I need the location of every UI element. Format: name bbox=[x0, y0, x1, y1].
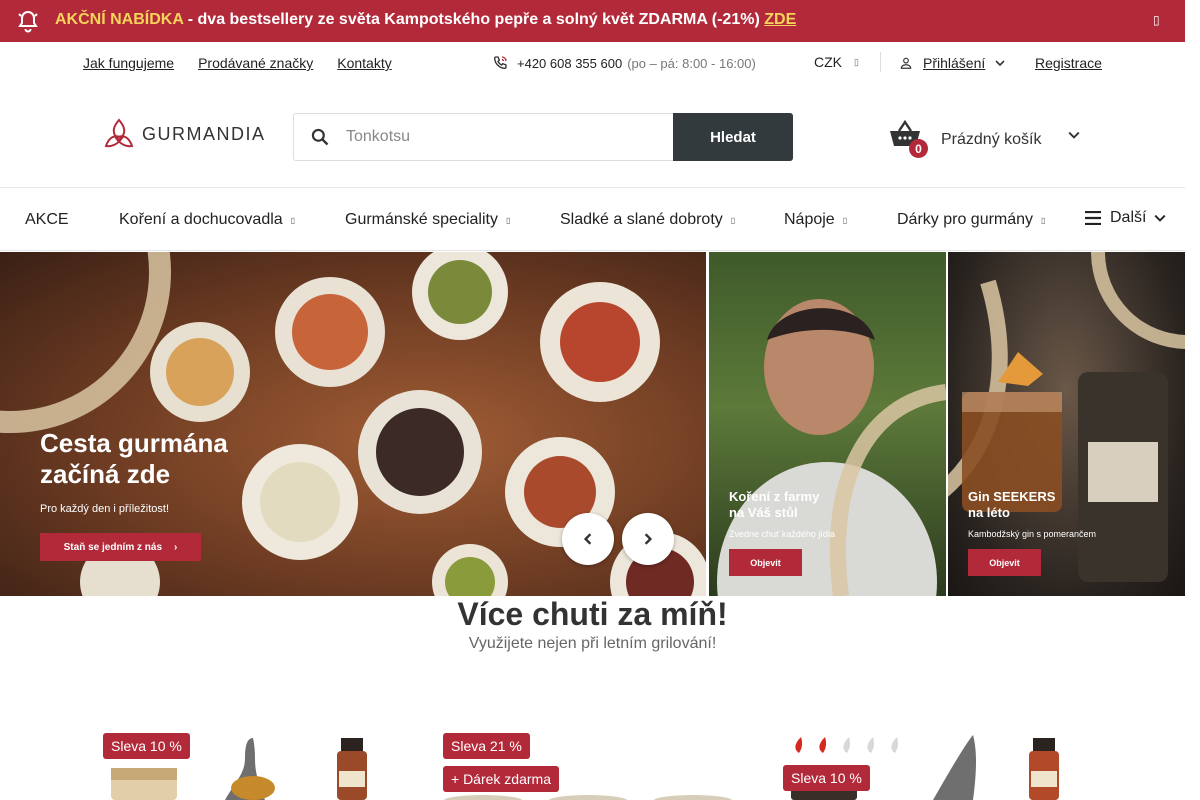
gift-badge: + Dárek zdarma bbox=[443, 766, 559, 792]
nav-item-specialities[interactable]: Gurmánské speciality ▯ bbox=[345, 211, 510, 229]
chevron-down-icon bbox=[995, 60, 1005, 67]
currency-value: CZK bbox=[814, 54, 842, 70]
promo-message: - dva bestsellery ze světa Kampotského p… bbox=[183, 11, 765, 28]
nav-item-gifts[interactable]: Dárky pro gurmány ▯ bbox=[897, 211, 1045, 229]
login-link[interactable]: Přihlášení bbox=[923, 55, 985, 71]
farm-banner-subtitle: Zvedne chuť každého jídla bbox=[729, 529, 835, 539]
bell-alert-icon bbox=[18, 10, 38, 33]
link-brands[interactable]: Prodávané značky bbox=[198, 55, 313, 71]
farm-title-line2: na Váš stůl bbox=[729, 505, 798, 520]
section-subtitle: Využijete nejen při letním grilování! bbox=[468, 635, 717, 652]
farm-title-line1: Koření z farmy bbox=[729, 489, 820, 504]
hero-cta-label: Staň se jedním z nás bbox=[63, 541, 163, 553]
nav-item-label: Koření a dochucovadla bbox=[119, 211, 283, 228]
nav-item-sweet-savory[interactable]: Sladké a slané dobroty ▯ bbox=[560, 211, 735, 229]
search-button[interactable]: Hledat bbox=[673, 113, 793, 161]
nav-more[interactable]: Další bbox=[1084, 209, 1166, 227]
close-icon[interactable]: ▯ bbox=[1153, 13, 1160, 27]
product-card[interactable]: Sleva 10 % bbox=[783, 733, 1083, 800]
gin-banner-subtitle: Kambodžský gin s pomerančem bbox=[968, 529, 1097, 539]
chevron-right-icon bbox=[644, 533, 653, 545]
top-links: Jak fungujeme Prodávané značky Kontakty bbox=[83, 55, 392, 71]
promo-banner-gin[interactable]: Gin SEEKERS na léto Kambodžský gin s pom… bbox=[948, 252, 1185, 596]
promo-label: AKČNÍ NABÍDKA bbox=[55, 11, 184, 28]
hero-subtitle: Pro každý den i příležitost! bbox=[40, 503, 170, 515]
cart-count-badge: 0 bbox=[909, 139, 928, 158]
farm-banner-button[interactable]: Objevit bbox=[729, 549, 802, 576]
chevron-down-icon: ▯ bbox=[854, 56, 859, 67]
nav-item-label: Gurmánské speciality bbox=[345, 211, 498, 228]
contact-phone[interactable]: +420 608 355 600 (po – pá: 8:00 - 16:00) bbox=[492, 55, 756, 71]
logo-mark-icon bbox=[104, 118, 134, 148]
nav-item-label: AKCE bbox=[25, 211, 69, 228]
nav-item-drinks[interactable]: Nápoje ▯ bbox=[784, 211, 847, 229]
chevron-down-icon: ▯ bbox=[505, 215, 511, 225]
nav-more-label: Další bbox=[1110, 209, 1147, 226]
chevron-down-icon bbox=[1154, 214, 1166, 222]
product-card[interactable]: Sleva 21 % + Dárek zdarma bbox=[443, 733, 743, 800]
nav-item-label: Nápoje bbox=[784, 211, 835, 228]
cart-label: Prázdný košík bbox=[941, 131, 1042, 148]
gin-title-line1: Gin SEEKERS bbox=[968, 489, 1056, 504]
chevron-right-icon: › bbox=[174, 541, 178, 553]
chevron-down-icon bbox=[1068, 131, 1080, 139]
hero-title-line1: Cesta gurmána bbox=[40, 428, 228, 458]
discount-badge: Sleva 21 % bbox=[443, 733, 530, 759]
user-icon bbox=[900, 57, 912, 69]
gin-banner-title: Gin SEEKERS na léto bbox=[968, 489, 1055, 521]
search-icon bbox=[294, 114, 346, 160]
promo-text: AKČNÍ NABÍDKA - dva bestsellery ze světa… bbox=[55, 11, 796, 29]
phone-number[interactable]: +420 608 355 600 bbox=[517, 56, 622, 71]
currency-select[interactable]: CZK ▯ bbox=[814, 54, 859, 70]
login-menu[interactable]: Přihlášení bbox=[899, 55, 1005, 71]
cart[interactable]: 0 Prázdný košík bbox=[888, 119, 1080, 158]
nav-item-akce[interactable]: AKCE bbox=[25, 211, 69, 229]
logo[interactable]: GURMANDIA bbox=[102, 118, 266, 150]
phone-icon bbox=[493, 56, 507, 70]
promo-banner-farm[interactable]: Koření z farmy na Váš stůl Zvedne chuť k… bbox=[709, 252, 946, 596]
carousel-prev-button[interactable] bbox=[562, 513, 614, 565]
hero-banner[interactable]: Cesta gurmána začíná zde Pro každý den i… bbox=[0, 252, 706, 596]
section-title: Více chuti za míň! bbox=[457, 596, 728, 632]
carousel-next-button[interactable] bbox=[622, 513, 674, 565]
register-link[interactable]: Registrace bbox=[1035, 55, 1102, 71]
link-how-it-works[interactable]: Jak fungujeme bbox=[83, 55, 174, 71]
logo-text: GURMANDIA bbox=[142, 123, 266, 144]
chevron-down-icon: ▯ bbox=[730, 215, 736, 225]
farm-banner-title: Koření z farmy na Váš stůl bbox=[729, 489, 819, 521]
chevron-down-icon: ▯ bbox=[842, 215, 848, 225]
search-input[interactable] bbox=[346, 114, 674, 160]
nav-item-spices[interactable]: Koření a dochucovadla ▯ bbox=[119, 211, 295, 229]
discount-badge: Sleva 10 % bbox=[103, 733, 190, 759]
promo-link[interactable]: ZDE bbox=[764, 11, 796, 28]
opening-hours: (po – pá: 8:00 - 16:00) bbox=[627, 55, 756, 71]
hero-cta-button[interactable]: Staň se jedním z nás › bbox=[40, 533, 201, 561]
gin-banner-button[interactable]: Objevit bbox=[968, 549, 1041, 576]
menu-icon bbox=[1085, 211, 1101, 225]
hero-title-line2: začíná zde bbox=[40, 459, 171, 489]
discount-badge: Sleva 10 % bbox=[783, 765, 870, 791]
product-card[interactable]: Sleva 10 % bbox=[103, 733, 403, 800]
farmer-photo-image bbox=[717, 299, 946, 596]
divider bbox=[880, 52, 881, 72]
link-contacts[interactable]: Kontakty bbox=[337, 55, 391, 71]
gin-title-line2: na léto bbox=[968, 505, 1010, 520]
chevron-down-icon: ▯ bbox=[1041, 215, 1046, 225]
nav-item-label: Dárky pro gurmány bbox=[897, 211, 1034, 228]
register: Registrace bbox=[1035, 55, 1102, 71]
main-nav: AKCE Koření a dochucovadla ▯ Gurmánské sp… bbox=[0, 187, 1185, 251]
promo-bar: AKČNÍ NABÍDKA - dva bestsellery ze světa… bbox=[0, 0, 1185, 42]
chevron-left-icon bbox=[583, 533, 592, 545]
search-bar: Hledat bbox=[293, 113, 793, 161]
chevron-down-icon: ▯ bbox=[290, 215, 296, 225]
hero-title: Cesta gurmána začíná zde bbox=[40, 428, 228, 490]
gin-cocktail-image bbox=[948, 252, 1185, 582]
nav-item-label: Sladké a slané dobroty bbox=[560, 211, 723, 228]
